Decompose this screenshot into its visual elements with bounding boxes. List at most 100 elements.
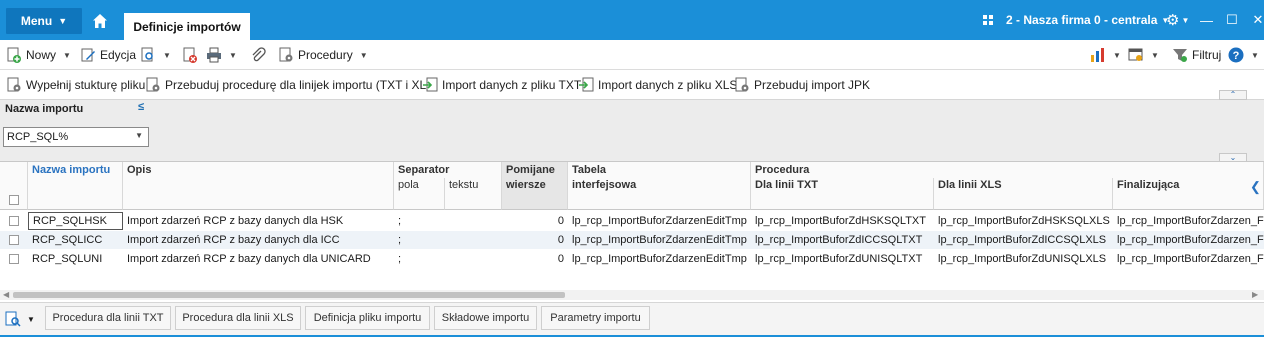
cell-tabela: lp_rcp_ImportBuforZdarzenEditTmp [572, 234, 747, 246]
search-document-icon [5, 311, 21, 327]
header-finalizujaca[interactable]: Finalizująca [1113, 178, 1264, 210]
cell-nazwa[interactable]: RCP_SQLUNI [28, 250, 123, 268]
procedure-icon [146, 77, 160, 92]
home-icon[interactable] [92, 13, 108, 29]
cell-pola: ; [398, 215, 402, 227]
cell-opis: Import zdarzeń RCP z bazy danych dla ICC [127, 234, 340, 246]
scroll-left-icon[interactable]: ◀ [3, 290, 9, 299]
import-icon [423, 77, 438, 92]
import-txt-button[interactable]: Import danych z pliku TXT [422, 76, 581, 94]
header-opis-label: Opis [127, 164, 152, 176]
cell-finalizujaca: lp_rcp_ImportBuforZdarzen_F [1117, 215, 1264, 227]
tab-procedura-txt[interactable]: Procedura dla linii TXT [45, 306, 171, 330]
fill-structure-button[interactable]: Wypełnij stukturę pliku [6, 76, 145, 94]
preview-button[interactable]: ▼ [140, 45, 171, 65]
cell-dla-txt: lp_rcp_ImportBuforZdHSKSQLTXT [755, 215, 926, 227]
header-pomijane-label: Pomijane [506, 164, 555, 176]
row-checkbox[interactable] [9, 235, 19, 245]
header-opis[interactable]: Opis [123, 162, 394, 210]
row-checkbox[interactable] [9, 216, 19, 226]
chart-button[interactable]: ▼ [1090, 45, 1121, 65]
cell-tekstu [445, 250, 502, 268]
scrollbar-thumb[interactable] [13, 292, 565, 298]
settings-window-icon [1128, 48, 1143, 61]
header-pola[interactable]: pola [394, 178, 445, 210]
view-settings-button[interactable]: ▼ [1128, 45, 1159, 65]
cell-dla-txt: lp_rcp_ImportBuforZdUNISQLTXT [755, 253, 923, 265]
import-icon [579, 77, 594, 92]
select-all-checkbox[interactable] [9, 195, 19, 205]
fill-structure-label: Wypełnij stukturę pliku [26, 78, 146, 92]
chevron-down-icon[interactable]: ▼ [135, 131, 143, 140]
procedure-icon [7, 77, 21, 92]
tab-skladowe-importu[interactable]: Składowe importu [434, 306, 537, 330]
edit-icon [81, 48, 95, 62]
chevron-down-icon: ▼ [58, 16, 68, 26]
rebuild-jpk-button[interactable]: Przebuduj import JPK [734, 76, 870, 94]
cell-opis: Import zdarzeń RCP z bazy danych dla HSK [127, 215, 344, 227]
header-dla-xls[interactable]: Dla linii XLS [934, 178, 1113, 210]
header-separator-label: Separator [398, 164, 450, 176]
print-button[interactable]: ▼ [206, 45, 237, 65]
procedure-icon [735, 77, 749, 92]
tab-definicje-importow[interactable]: Definicje importów [124, 13, 250, 40]
procedures-button-label: Procedury [298, 48, 353, 62]
new-document-icon [7, 47, 21, 63]
grid-apps-icon[interactable] [980, 0, 996, 40]
table-row[interactable]: RCP_SQLHSK Import zdarzeń RCP z bazy dan… [0, 212, 1264, 230]
scroll-right-icon[interactable]: ▶ [1252, 290, 1258, 299]
cell-tabela: lp_rcp_ImportBuforZdarzenEditTmp [572, 215, 747, 227]
edit-button[interactable]: Edycja [80, 45, 136, 65]
rebuild-procedure-label: Przebuduj procedurę dla linijek importu … [165, 78, 439, 92]
rebuild-jpk-label: Przebuduj import JPK [754, 78, 871, 92]
scroll-columns-left-icon[interactable]: ❮ [1250, 179, 1261, 195]
header-dla-txt[interactable]: Dla linii TXT [751, 178, 934, 210]
menu-button[interactable]: Menu ▼ [6, 8, 82, 34]
header-interfejsowa-label: interfejsowa [572, 179, 637, 191]
header-tabela-label: Tabela [572, 164, 607, 176]
svg-text:?: ? [1233, 50, 1240, 62]
action-toolbar: Wypełnij stukturę pliku Przebuduj proced… [0, 71, 1264, 99]
collapse-up-button[interactable]: ⌃ [1219, 90, 1247, 100]
gear-icon: ⚙ [1166, 12, 1180, 29]
chevron-down-icon: ▼ [1181, 15, 1190, 25]
menu-button-label: Menu [20, 14, 53, 28]
new-button[interactable]: Nowy ▼ [6, 45, 71, 65]
table-row[interactable]: RCP_SQLUNI Import zdarzeń RCP z bazy dan… [0, 250, 1264, 268]
new-button-label: Nowy [26, 48, 57, 62]
header-tabela[interactable]: Tabela interfejsowa [568, 162, 751, 210]
cell-pomijane: 0 [557, 234, 564, 246]
procedures-button[interactable]: Procedury ▼ [278, 45, 368, 65]
cell-opis: Import zdarzeń RCP z bazy danych dla UNI… [127, 253, 371, 265]
filter-name-input[interactable]: RCP_SQL% ▼ [3, 127, 149, 147]
row-checkbox[interactable] [9, 254, 19, 264]
details-toggle[interactable]: ▼ [5, 311, 35, 327]
minimize-icon[interactable]: — [1200, 13, 1213, 28]
maximize-icon[interactable]: ☐ [1226, 12, 1238, 28]
cell-tabela: lp_rcp_ImportBuforZdarzenEditTmp [572, 253, 747, 265]
paperclip-icon [252, 47, 266, 62]
rebuild-procedure-button[interactable]: Przebuduj procedurę dla linijek importu … [145, 76, 438, 94]
table-row[interactable]: RCP_SQLICC Import zdarzeń RCP z bazy dan… [0, 231, 1264, 249]
header-nazwa[interactable]: Nazwa importu [28, 162, 123, 210]
attach-button[interactable] [250, 45, 266, 65]
company-selector[interactable]: 2 - Nasza firma 0 - centrala ▼ [1006, 0, 1169, 40]
cell-nazwa[interactable]: RCP_SQLICC [28, 231, 123, 249]
horizontal-scrollbar[interactable]: ◀ ▶ [0, 290, 1264, 300]
filter-button[interactable]: Filtruj [1172, 45, 1221, 65]
header-pomijane[interactable]: Pomijane wiersze [502, 162, 568, 210]
tab-definicja-pliku[interactable]: Definicja pliku importu [305, 306, 430, 330]
header-dla-xls-label: Dla linii XLS [938, 179, 1002, 191]
help-button[interactable]: ? ▼ [1228, 45, 1259, 65]
tab-parametry-importu[interactable]: Parametry importu [541, 306, 650, 330]
close-icon[interactable]: ✕ [1252, 12, 1264, 28]
help-icon: ? [1228, 47, 1244, 63]
import-xls-button[interactable]: Import danych z pliku XLS [578, 76, 737, 94]
delete-button[interactable] [182, 45, 198, 65]
filter-operator-button[interactable]: ≤ [138, 101, 144, 113]
cell-nazwa[interactable]: RCP_SQLHSK [28, 212, 123, 230]
settings-button[interactable]: ⚙ ▼ [1166, 0, 1194, 40]
header-tekstu[interactable]: tekstu [445, 178, 502, 210]
tab-procedura-xls[interactable]: Procedura dla linii XLS [175, 306, 301, 330]
cell-tekstu [445, 231, 502, 249]
